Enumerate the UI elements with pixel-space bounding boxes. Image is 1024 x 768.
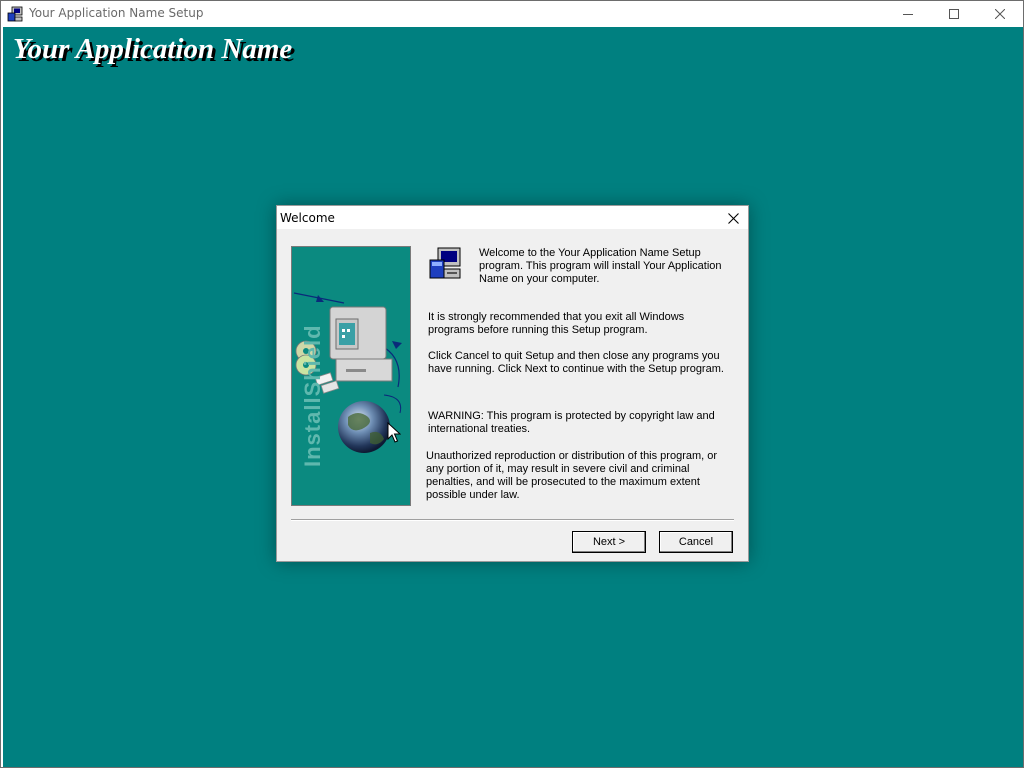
close-icon [727, 212, 739, 224]
minimize-icon [903, 14, 913, 15]
welcome-dialog: Welcome InstallShield Welcome to the You… [276, 205, 749, 562]
mouse-pointer-icon [387, 422, 401, 443]
dialog-titlebar[interactable]: Welcome [277, 206, 748, 229]
close-icon [995, 9, 1005, 19]
next-button[interactable]: Next > [572, 531, 646, 553]
close-button[interactable] [977, 1, 1023, 27]
legal-notice-text: Unauthorized reproduction or distributio… [426, 450, 718, 501]
maximize-icon [949, 9, 959, 19]
warning-text: WARNING: This program is protected by co… [428, 410, 715, 435]
banner-title: Your Application Name [13, 33, 293, 65]
dialog-title: Welcome [280, 211, 335, 225]
dialog-close-button[interactable] [724, 209, 742, 227]
installshield-brand: InstallShield [300, 324, 325, 467]
setup-window: Your Application Name Setup Your Applica… [0, 0, 1024, 768]
button-separator [291, 519, 734, 521]
maximize-button[interactable] [931, 1, 977, 27]
instructions-text: Click Cancel to quit Setup and then clos… [428, 350, 724, 375]
installshield-side-image: InstallShield [291, 246, 411, 506]
setup-computer-icon [429, 247, 461, 279]
minimize-button[interactable] [885, 1, 931, 27]
cancel-button[interactable]: Cancel [659, 531, 733, 553]
recommendation-text: It is strongly recommended that you exit… [428, 311, 685, 336]
setup-computer-icon [7, 6, 23, 22]
window-titlebar[interactable]: Your Application Name Setup [1, 1, 1023, 27]
window-title: Your Application Name Setup [29, 6, 204, 20]
welcome-intro-text: Welcome to the Your Application Name Set… [479, 247, 722, 285]
